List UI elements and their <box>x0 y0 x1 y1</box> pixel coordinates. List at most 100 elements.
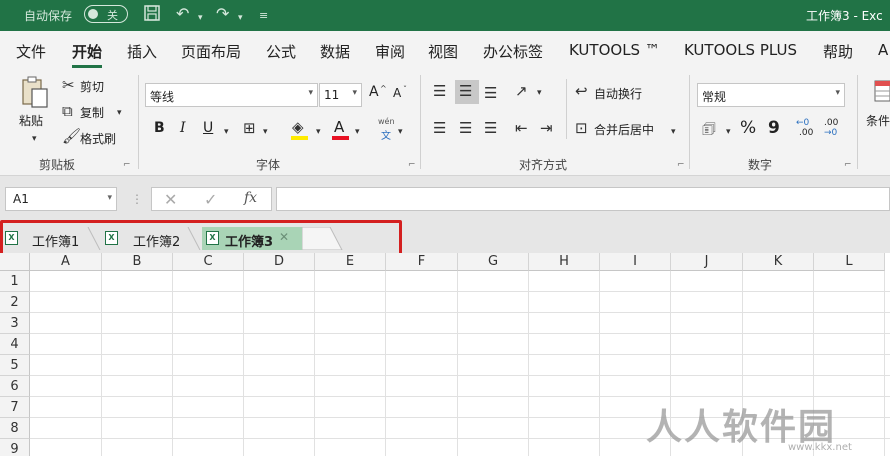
merge-center-button[interactable]: 合并后居中 <box>594 121 654 138</box>
customize-toolbar-icon[interactable]: ≡ <box>259 6 268 26</box>
decrease-decimal-bottom[interactable]: →0 <box>824 128 837 138</box>
splitter-handle-icon[interactable]: ⋮ <box>131 192 143 206</box>
align-middle-icon[interactable]: ☰ <box>459 83 472 99</box>
redo-dropdown-icon[interactable]: ▾ <box>238 8 243 28</box>
column-header[interactable]: D <box>244 253 315 271</box>
font-color-dropdown-icon[interactable]: ▾ <box>355 124 360 140</box>
align-bottom-icon[interactable]: ☰ <box>484 85 497 101</box>
row-header[interactable]: 9 <box>0 439 30 456</box>
menu-kutools[interactable]: KUTOOLS ™ <box>569 41 660 59</box>
column-header[interactable]: A <box>30 253 102 271</box>
menu-view[interactable]: 视图 <box>428 41 458 62</box>
enter-icon[interactable]: ✓ <box>204 190 217 209</box>
shrink-font-button[interactable]: A <box>393 86 401 100</box>
save-icon[interactable] <box>143 4 161 27</box>
row-header[interactable]: 3 <box>0 313 30 334</box>
percent-button[interactable]: % <box>740 118 756 138</box>
copy-dropdown-icon[interactable]: ▾ <box>117 105 122 121</box>
undo-dropdown-icon[interactable]: ▾ <box>198 8 203 28</box>
row-header[interactable]: 5 <box>0 355 30 376</box>
align-center-icon[interactable]: ☰ <box>459 120 472 136</box>
copy-icon[interactable]: ⧉ <box>62 103 73 119</box>
menu-insert[interactable]: 插入 <box>127 41 157 62</box>
row-header[interactable]: 8 <box>0 418 30 439</box>
phonetic-dropdown-icon[interactable]: ▾ <box>398 124 403 140</box>
row-header[interactable]: 1 <box>0 271 30 292</box>
menu-home[interactable]: 开始 <box>72 41 102 62</box>
number-format-dropdown[interactable]: 常规 ▾ <box>697 83 845 107</box>
phonetic-top[interactable]: wén <box>378 117 395 126</box>
borders-dropdown-icon[interactable]: ▾ <box>263 124 268 140</box>
format-painter-button[interactable]: 格式刷 <box>80 130 116 147</box>
underline-dropdown-icon[interactable]: ▾ <box>224 124 229 140</box>
font-size-dropdown[interactable]: 11 ▾ <box>319 83 362 107</box>
merge-dropdown-icon[interactable]: ▾ <box>671 124 676 140</box>
row-header[interactable]: 2 <box>0 292 30 313</box>
formula-input[interactable] <box>276 187 890 211</box>
autosave-toggle[interactable]: 关 <box>84 5 128 23</box>
italic-button[interactable]: I <box>180 120 186 136</box>
menu-review[interactable]: 审阅 <box>375 41 405 62</box>
paste-dropdown-icon[interactable]: ▾ <box>32 131 37 147</box>
paste-button[interactable]: 粘贴 <box>19 112 43 129</box>
format-painter-icon[interactable]: 🖌 <box>62 128 81 144</box>
row-header[interactable]: 6 <box>0 376 30 397</box>
number-launcher-icon[interactable]: ⌐ <box>844 160 852 170</box>
grow-font-button[interactable]: A <box>369 84 379 100</box>
conditional-format-icon[interactable] <box>874 80 890 105</box>
conditional-format-button[interactable]: 条件 <box>866 112 890 129</box>
row-header[interactable]: 4 <box>0 334 30 355</box>
wrap-text-icon[interactable]: ↩ <box>575 83 588 99</box>
paste-icon[interactable] <box>20 75 50 112</box>
orientation-dropdown-icon[interactable]: ▾ <box>537 85 542 101</box>
align-right-icon[interactable]: ☰ <box>484 120 497 136</box>
column-header[interactable]: K <box>743 253 814 271</box>
wrap-text-button[interactable]: 自动换行 <box>594 85 642 102</box>
align-left-icon[interactable]: ☰ <box>433 120 446 136</box>
accounting-format-icon[interactable]: 🗊 <box>702 121 716 137</box>
menu-kutools-plus[interactable]: KUTOOLS PLUS <box>684 41 797 59</box>
decrease-indent-icon[interactable]: ⇤ <box>515 120 528 136</box>
menu-page-layout[interactable]: 页面布局 <box>181 41 241 62</box>
underline-button[interactable]: U <box>203 120 213 136</box>
cancel-icon[interactable]: ✕ <box>164 190 177 209</box>
fill-color-icon[interactable]: ◈ <box>292 119 304 135</box>
copy-button[interactable]: 复制 <box>80 104 104 121</box>
bold-button[interactable]: B <box>154 120 165 136</box>
column-header[interactable]: J <box>671 253 743 271</box>
phonetic-bottom[interactable]: 文 <box>381 127 391 142</box>
font-color-icon[interactable]: A <box>334 118 344 136</box>
column-header[interactable]: F <box>386 253 458 271</box>
accounting-dropdown-icon[interactable]: ▾ <box>726 124 731 140</box>
column-header[interactable]: H <box>529 253 600 271</box>
column-header[interactable]: E <box>315 253 386 271</box>
cut-icon[interactable]: ✂ <box>62 77 75 93</box>
row-header[interactable]: 7 <box>0 397 30 418</box>
redo-icon[interactable]: ↷ <box>216 4 229 24</box>
select-all-corner[interactable] <box>0 253 30 271</box>
name-box[interactable]: A1 ▾ <box>5 187 117 211</box>
column-header[interactable]: L <box>814 253 885 271</box>
merge-center-icon[interactable]: ⊡ <box>575 120 588 136</box>
borders-icon[interactable]: ⊞ <box>243 120 256 136</box>
font-name-dropdown[interactable]: 等线 ▾ <box>145 83 318 107</box>
increase-decimal-bottom[interactable]: .00 <box>799 128 813 138</box>
menu-help[interactable]: 帮助 <box>823 41 853 62</box>
menu-file[interactable]: 文件 <box>16 41 46 62</box>
menu-more[interactable]: A <box>878 41 888 59</box>
menu-formulas[interactable]: 公式 <box>266 41 296 62</box>
column-header[interactable]: B <box>102 253 173 271</box>
orientation-icon[interactable]: ↗ <box>515 83 528 99</box>
column-header[interactable]: G <box>458 253 529 271</box>
column-header[interactable]: I <box>600 253 671 271</box>
undo-icon[interactable]: ↶ <box>176 4 189 24</box>
decrease-decimal-top[interactable]: .00 <box>824 118 838 128</box>
clipboard-launcher-icon[interactable]: ⌐ <box>123 160 131 170</box>
fill-color-dropdown-icon[interactable]: ▾ <box>316 124 321 140</box>
cut-button[interactable]: 剪切 <box>80 78 104 95</box>
align-top-icon[interactable]: ☰ <box>433 83 446 99</box>
increase-decimal-top[interactable]: ←0 <box>796 118 809 128</box>
increase-indent-icon[interactable]: ⇥ <box>540 120 553 136</box>
comma-button[interactable]: 9 <box>768 118 780 138</box>
alignment-launcher-icon[interactable]: ⌐ <box>677 160 685 170</box>
